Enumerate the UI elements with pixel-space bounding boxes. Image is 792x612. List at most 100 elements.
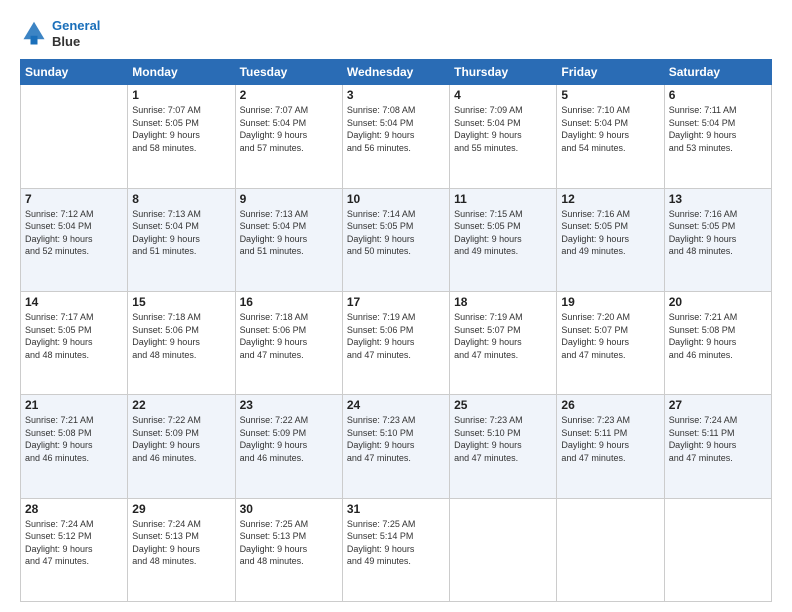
day-number: 16 bbox=[240, 295, 338, 309]
calendar-cell: 10Sunrise: 7:14 AM Sunset: 5:05 PM Dayli… bbox=[342, 188, 449, 291]
day-info: Sunrise: 7:18 AM Sunset: 5:06 PM Dayligh… bbox=[240, 311, 338, 361]
day-number: 18 bbox=[454, 295, 552, 309]
day-info: Sunrise: 7:15 AM Sunset: 5:05 PM Dayligh… bbox=[454, 208, 552, 258]
calendar-cell: 27Sunrise: 7:24 AM Sunset: 5:11 PM Dayli… bbox=[664, 395, 771, 498]
day-info: Sunrise: 7:11 AM Sunset: 5:04 PM Dayligh… bbox=[669, 104, 767, 154]
calendar-cell: 18 Sunrise: 7:19 AM Sunset: 5:07 PM Dayli… bbox=[450, 291, 557, 394]
day-number: 8 bbox=[132, 192, 230, 206]
logo-text: GeneralBlue bbox=[52, 18, 100, 49]
calendar-cell bbox=[664, 498, 771, 601]
day-info: Sunrise: 7:16 AM Sunset: 5:05 PM Dayligh… bbox=[561, 208, 659, 258]
day-number: 26 bbox=[561, 398, 659, 412]
logo: GeneralBlue bbox=[20, 18, 100, 49]
day-number: 29 bbox=[132, 502, 230, 516]
day-info: Sunrise: 7:24 AM Sunset: 5:13 PM Dayligh… bbox=[132, 518, 230, 568]
calendar-cell: 23 Sunrise: 7:22 AM Sunset: 5:09 PM Dayli… bbox=[235, 395, 342, 498]
day-number: 14 bbox=[25, 295, 123, 309]
day-number: 24 bbox=[347, 398, 445, 412]
day-info: Sunrise: 7:18 AM Sunset: 5:06 PM Dayligh… bbox=[132, 311, 230, 361]
calendar-cell: 6Sunrise: 7:11 AM Sunset: 5:04 PM Daylig… bbox=[664, 85, 771, 188]
calendar-cell: 2 Sunrise: 7:07 AM Sunset: 5:04 PM Daylig… bbox=[235, 85, 342, 188]
calendar-cell: 22 Sunrise: 7:22 AM Sunset: 5:09 PM Dayli… bbox=[128, 395, 235, 498]
day-info: Sunrise: 7:20 AM Sunset: 5:07 PM Dayligh… bbox=[561, 311, 659, 361]
calendar-cell: 31 Sunrise: 7:25 AM Sunset: 5:14 PM Dayli… bbox=[342, 498, 449, 601]
calendar-cell bbox=[557, 498, 664, 601]
calendar-cell: 15 Sunrise: 7:18 AM Sunset: 5:06 PM Dayli… bbox=[128, 291, 235, 394]
calendar-cell: 13Sunrise: 7:16 AM Sunset: 5:05 PM Dayli… bbox=[664, 188, 771, 291]
calendar-cell: 19 Sunrise: 7:20 AM Sunset: 5:07 PM Dayli… bbox=[557, 291, 664, 394]
calendar-cell: 21 Sunrise: 7:21 AM Sunset: 5:08 PM Dayli… bbox=[21, 395, 128, 498]
day-info: Sunrise: 7:21 AM Sunset: 5:08 PM Dayligh… bbox=[25, 414, 123, 464]
day-number: 15 bbox=[132, 295, 230, 309]
day-number: 25 bbox=[454, 398, 552, 412]
calendar-cell: 3Sunrise: 7:08 AM Sunset: 5:04 PM Daylig… bbox=[342, 85, 449, 188]
calendar-cell bbox=[450, 498, 557, 601]
header-col-tuesday: Tuesday bbox=[235, 60, 342, 85]
page: GeneralBlue SundayMondayTuesdayWednesday… bbox=[0, 0, 792, 612]
calendar-table: SundayMondayTuesdayWednesdayThursdayFrid… bbox=[20, 59, 772, 602]
calendar-cell: 28 Sunrise: 7:24 AM Sunset: 5:12 PM Dayli… bbox=[21, 498, 128, 601]
header-col-monday: Monday bbox=[128, 60, 235, 85]
day-number: 31 bbox=[347, 502, 445, 516]
calendar-cell: 5 Sunrise: 7:10 AM Sunset: 5:04 PM Daylig… bbox=[557, 85, 664, 188]
calendar-cell: 1 Sunrise: 7:07 AM Sunset: 5:05 PM Daylig… bbox=[128, 85, 235, 188]
day-info: Sunrise: 7:21 AM Sunset: 5:08 PM Dayligh… bbox=[669, 311, 767, 361]
day-info: Sunrise: 7:24 AM Sunset: 5:12 PM Dayligh… bbox=[25, 518, 123, 568]
day-info: Sunrise: 7:19 AM Sunset: 5:06 PM Dayligh… bbox=[347, 311, 445, 361]
day-number: 17 bbox=[347, 295, 445, 309]
calendar-cell: 25 Sunrise: 7:23 AM Sunset: 5:10 PM Dayli… bbox=[450, 395, 557, 498]
day-number: 9 bbox=[240, 192, 338, 206]
logo-icon bbox=[20, 20, 48, 48]
calendar-cell: 17 Sunrise: 7:19 AM Sunset: 5:06 PM Dayli… bbox=[342, 291, 449, 394]
day-info: Sunrise: 7:25 AM Sunset: 5:14 PM Dayligh… bbox=[347, 518, 445, 568]
week-row-4: 21 Sunrise: 7:21 AM Sunset: 5:08 PM Dayli… bbox=[21, 395, 772, 498]
day-info: Sunrise: 7:22 AM Sunset: 5:09 PM Dayligh… bbox=[132, 414, 230, 464]
calendar-cell: 16 Sunrise: 7:18 AM Sunset: 5:06 PM Dayli… bbox=[235, 291, 342, 394]
calendar-cell: 14 Sunrise: 7:17 AM Sunset: 5:05 PM Dayli… bbox=[21, 291, 128, 394]
day-info: Sunrise: 7:07 AM Sunset: 5:05 PM Dayligh… bbox=[132, 104, 230, 154]
day-number: 28 bbox=[25, 502, 123, 516]
day-number: 4 bbox=[454, 88, 552, 102]
day-info: Sunrise: 7:17 AM Sunset: 5:05 PM Dayligh… bbox=[25, 311, 123, 361]
calendar-cell: 11Sunrise: 7:15 AM Sunset: 5:05 PM Dayli… bbox=[450, 188, 557, 291]
day-number: 12 bbox=[561, 192, 659, 206]
calendar-cell: 26 Sunrise: 7:23 AM Sunset: 5:11 PM Dayli… bbox=[557, 395, 664, 498]
day-info: Sunrise: 7:07 AM Sunset: 5:04 PM Dayligh… bbox=[240, 104, 338, 154]
calendar-cell: 9Sunrise: 7:13 AM Sunset: 5:04 PM Daylig… bbox=[235, 188, 342, 291]
day-number: 5 bbox=[561, 88, 659, 102]
header-col-friday: Friday bbox=[557, 60, 664, 85]
day-number: 19 bbox=[561, 295, 659, 309]
day-number: 30 bbox=[240, 502, 338, 516]
header-col-thursday: Thursday bbox=[450, 60, 557, 85]
header: GeneralBlue bbox=[20, 18, 772, 49]
day-info: Sunrise: 7:14 AM Sunset: 5:05 PM Dayligh… bbox=[347, 208, 445, 258]
day-number: 2 bbox=[240, 88, 338, 102]
week-row-2: 7 Sunrise: 7:12 AM Sunset: 5:04 PM Daylig… bbox=[21, 188, 772, 291]
day-info: Sunrise: 7:23 AM Sunset: 5:10 PM Dayligh… bbox=[347, 414, 445, 464]
day-info: Sunrise: 7:23 AM Sunset: 5:11 PM Dayligh… bbox=[561, 414, 659, 464]
day-info: Sunrise: 7:08 AM Sunset: 5:04 PM Dayligh… bbox=[347, 104, 445, 154]
calendar-cell: 4 Sunrise: 7:09 AM Sunset: 5:04 PM Daylig… bbox=[450, 85, 557, 188]
week-row-3: 14 Sunrise: 7:17 AM Sunset: 5:05 PM Dayli… bbox=[21, 291, 772, 394]
header-col-wednesday: Wednesday bbox=[342, 60, 449, 85]
day-info: Sunrise: 7:12 AM Sunset: 5:04 PM Dayligh… bbox=[25, 208, 123, 258]
calendar-cell: 30Sunrise: 7:25 AM Sunset: 5:13 PM Dayli… bbox=[235, 498, 342, 601]
calendar-cell: 24 Sunrise: 7:23 AM Sunset: 5:10 PM Dayli… bbox=[342, 395, 449, 498]
calendar-cell: 29 Sunrise: 7:24 AM Sunset: 5:13 PM Dayli… bbox=[128, 498, 235, 601]
day-number: 27 bbox=[669, 398, 767, 412]
day-info: Sunrise: 7:10 AM Sunset: 5:04 PM Dayligh… bbox=[561, 104, 659, 154]
day-info: Sunrise: 7:23 AM Sunset: 5:10 PM Dayligh… bbox=[454, 414, 552, 464]
calendar-cell: 20Sunrise: 7:21 AM Sunset: 5:08 PM Dayli… bbox=[664, 291, 771, 394]
day-number: 21 bbox=[25, 398, 123, 412]
header-col-sunday: Sunday bbox=[21, 60, 128, 85]
day-number: 23 bbox=[240, 398, 338, 412]
day-info: Sunrise: 7:22 AM Sunset: 5:09 PM Dayligh… bbox=[240, 414, 338, 464]
day-number: 7 bbox=[25, 192, 123, 206]
week-row-5: 28 Sunrise: 7:24 AM Sunset: 5:12 PM Dayli… bbox=[21, 498, 772, 601]
day-info: Sunrise: 7:09 AM Sunset: 5:04 PM Dayligh… bbox=[454, 104, 552, 154]
header-col-saturday: Saturday bbox=[664, 60, 771, 85]
day-info: Sunrise: 7:19 AM Sunset: 5:07 PM Dayligh… bbox=[454, 311, 552, 361]
day-number: 22 bbox=[132, 398, 230, 412]
day-number: 1 bbox=[132, 88, 230, 102]
calendar-cell: 8Sunrise: 7:13 AM Sunset: 5:04 PM Daylig… bbox=[128, 188, 235, 291]
